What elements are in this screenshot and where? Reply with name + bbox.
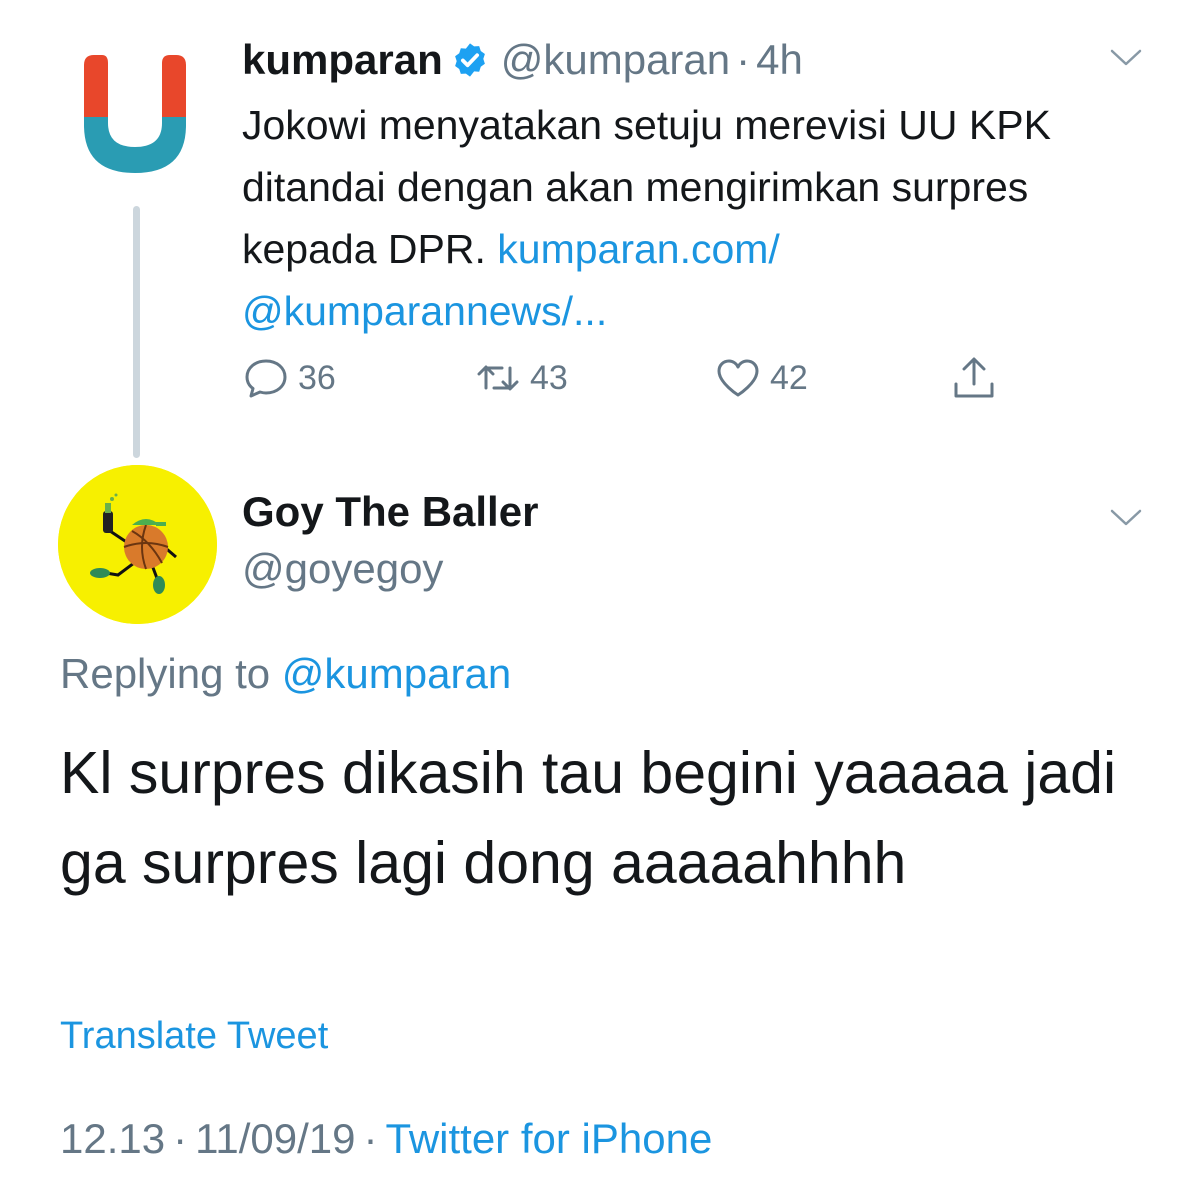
share-icon [954,357,994,398]
meta-separator: · [173,1115,188,1162]
meta-separator: · [363,1115,378,1162]
replying-to-label: Replying to [60,650,271,697]
parent-tweet-text: Jokowi menyatakan setuju merevisi UU KPK… [242,94,1142,342]
tweet-actions-bar: 36 43 42 [242,350,1042,406]
chevron-down-icon[interactable] [1110,48,1142,68]
reply-author-handle[interactable]: @goyegoy [242,545,443,593]
like-count: 42 [770,358,808,397]
kumparan-logo-avatar[interactable] [80,55,190,175]
basketball-character-image [58,465,217,624]
header-separator: · [736,36,751,83]
parent-tweet-time[interactable]: 4h [756,36,803,84]
tweet-time: 12.13 [60,1115,166,1162]
retweet-count: 43 [530,358,568,397]
share-button[interactable] [950,350,998,406]
parent-tweet[interactable]: kumparan @kumparan · 4h Jokowi menyataka… [0,0,1198,470]
goy-avatar[interactable] [58,465,217,624]
heart-icon [717,359,759,397]
parent-author-handle[interactable]: @kumparan [501,36,730,84]
reply-icon [245,359,287,398]
replying-to-mention[interactable]: @kumparan [282,650,511,697]
thread-connector-line [133,206,140,458]
tweet-metadata: 12.13 · 11/09/19 · Twitter for iPhone [60,1115,712,1163]
retweet-button[interactable]: 43 [474,350,568,406]
verified-badge-icon [454,43,485,77]
tweet-date: 11/09/19 [195,1115,356,1162]
replying-to: Replying to @kumparan [60,650,511,698]
parent-tweet-header: kumparan @kumparan · 4h [242,34,803,86]
reply-author-name[interactable]: Goy The Baller [242,488,538,536]
retweet-icon [477,365,519,391]
tweet-source-link[interactable]: Twitter for iPhone [385,1115,712,1162]
reply-button[interactable]: 36 [242,350,336,406]
reply-tweet-text: Kl surpres dikasih tau begini yaaaaa jad… [60,740,1117,896]
reply-count: 36 [298,358,336,397]
chevron-down-icon[interactable] [1110,508,1142,528]
parent-author-name[interactable]: kumparan [242,36,443,84]
like-button[interactable]: 42 [714,350,808,406]
translate-tweet-link[interactable]: Translate Tweet [60,1015,328,1058]
